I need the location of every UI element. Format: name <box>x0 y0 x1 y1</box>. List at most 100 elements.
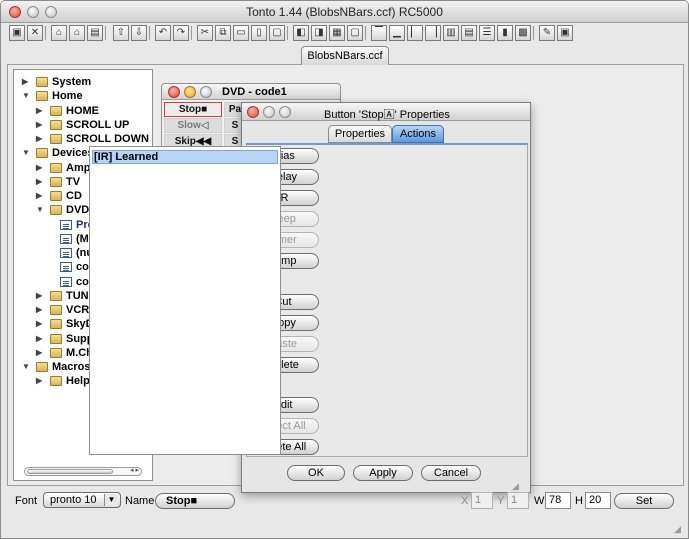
disclosure-collapsed-icon[interactable]: ▶ <box>36 106 46 115</box>
folder-icon <box>50 162 62 173</box>
panel-icon <box>60 262 72 273</box>
scrollbar-thumb[interactable] <box>27 469 113 474</box>
new-icon[interactable]: ▣ <box>9 25 25 41</box>
disclosure-collapsed-icon[interactable]: ▶ <box>22 77 32 86</box>
tree-item-label: Macros <box>52 361 91 373</box>
home-icon[interactable]: ⌂ <box>69 25 85 41</box>
h-label: H <box>575 495 583 507</box>
send-back-icon[interactable]: ◨ <box>311 25 327 41</box>
apply-button[interactable]: Apply <box>353 465 413 481</box>
redo-icon[interactable]: ↷ <box>173 25 189 41</box>
set-button[interactable]: Set <box>614 493 674 509</box>
disclosure-collapsed-icon[interactable]: ▶ <box>36 319 46 328</box>
tree-item-label: VCR <box>66 304 90 316</box>
cut-icon[interactable]: ✂ <box>197 25 213 41</box>
database-icon[interactable]: ▮ <box>497 25 513 41</box>
disclosure-expanded-icon[interactable]: ▼ <box>22 362 32 371</box>
width-field[interactable]: 78 <box>545 492 571 509</box>
panel-icon <box>60 248 72 258</box>
wand-icon[interactable]: ✎ <box>539 25 555 41</box>
import-icon[interactable]: ⇧ <box>113 25 129 41</box>
dialog-zoom-button[interactable] <box>279 106 291 118</box>
tree-item-label: SCROLL UP <box>66 118 130 131</box>
disclosure-expanded-icon[interactable]: ▼ <box>22 148 32 157</box>
align-right-icon[interactable]: ▕ <box>425 25 441 41</box>
disclosure-collapsed-icon[interactable]: ▶ <box>36 163 46 172</box>
tab-actions[interactable]: Actions <box>392 125 444 143</box>
folder-icon <box>50 191 62 201</box>
panel-icon[interactable]: ▩ <box>515 25 531 41</box>
save-icon[interactable]: ▤ <box>87 25 103 41</box>
disclosure-collapsed-icon[interactable]: ▶ <box>36 334 46 343</box>
app-window: Tonto 1.44 (BlobsNBars.ccf) RC5000 ▣ ✕ ⌂ ⌂ ▤… <box>0 0 689 539</box>
align-middle-icon[interactable]: ▤ <box>461 25 477 41</box>
cancel-button[interactable]: Cancel <box>421 465 481 481</box>
window-resize-grip-icon[interactable]: ◢ <box>674 524 686 536</box>
properties-icon <box>60 219 72 230</box>
disclosure-collapsed-icon[interactable]: ▶ <box>36 305 46 314</box>
paste-icon[interactable]: ▭ <box>233 25 249 41</box>
tree-item-label: Amp <box>66 161 91 174</box>
tree-horizontal-scrollbar[interactable]: ◂ ▸ <box>24 467 142 476</box>
panel-minimize-button[interactable] <box>184 86 196 98</box>
name-field[interactable]: Stop■ <box>155 493 235 509</box>
align-left-icon[interactable]: ▏ <box>407 25 423 41</box>
disclosure-collapsed-icon[interactable]: ▶ <box>36 134 46 143</box>
copy-icon[interactable]: ⧉ <box>215 25 231 41</box>
list-icon[interactable]: ☰ <box>479 25 495 41</box>
ok-button[interactable]: OK <box>287 465 345 481</box>
dialog-title-bar[interactable]: Button 'Stop🄰' Properties <box>242 103 530 121</box>
actions-list[interactable]: [IR] Learned <box>89 146 281 455</box>
action-list-item[interactable]: [IR] Learned <box>92 150 278 164</box>
folder-icon <box>50 333 62 344</box>
remote-button[interactable]: Stop■ <box>164 102 222 117</box>
font-select[interactable]: pronto 10 ▼ <box>43 492 121 508</box>
clear-icon[interactable]: ▢ <box>269 25 285 41</box>
trash-icon[interactable]: ▯ <box>251 25 267 41</box>
delete-icon[interactable]: ✕ <box>27 25 43 41</box>
disclosure-collapsed-icon[interactable]: ▶ <box>36 291 46 300</box>
toolbar-separator <box>149 26 150 40</box>
disclosure-expanded-icon[interactable]: ▼ <box>22 91 32 100</box>
disclosure-collapsed-icon[interactable]: ▶ <box>36 376 46 385</box>
tab-properties[interactable]: Properties <box>328 125 392 143</box>
folder-icon <box>50 105 62 116</box>
export-icon[interactable]: ⇩ <box>131 25 147 41</box>
x-field[interactable]: 1 <box>471 492 493 509</box>
disclosure-collapsed-icon[interactable]: ▶ <box>36 177 46 186</box>
disclosure-expanded-icon[interactable]: ▼ <box>36 205 46 214</box>
bring-front-icon[interactable]: ◧ <box>293 25 309 41</box>
scroll-arrows-icon[interactable]: ◂ ▸ <box>130 466 139 474</box>
document-tab[interactable]: BlobsNBars.ccf <box>301 46 389 65</box>
align-bottom-icon[interactable]: ▁ <box>389 25 405 41</box>
disclosure-collapsed-icon[interactable]: ▶ <box>36 120 46 129</box>
panel-zoom-button[interactable] <box>200 86 212 98</box>
panel-icon <box>60 233 72 244</box>
toolbar-separator <box>191 26 192 40</box>
dialog-close-button[interactable] <box>247 106 259 118</box>
open-icon[interactable]: ⌂ <box>51 25 67 41</box>
align-center-icon[interactable]: ▥ <box>443 25 459 41</box>
font-label: Font <box>15 495 38 507</box>
y-field[interactable]: 1 <box>507 492 529 509</box>
tree-item-label: SCROLL DOWN <box>66 133 149 145</box>
panel-close-button[interactable] <box>168 86 180 98</box>
disclosure-collapsed-icon[interactable]: ▶ <box>36 191 46 200</box>
folder-icon <box>50 305 62 315</box>
w-label: W <box>534 495 545 507</box>
chevron-down-icon: ▼ <box>104 494 118 506</box>
remote-button[interactable]: Slow◁ <box>164 118 222 133</box>
toolbar-separator <box>287 26 288 40</box>
align-top-icon[interactable]: ▔ <box>371 25 387 41</box>
tree-item-label: HOME <box>66 104 99 117</box>
title-bar[interactable]: Tonto 1.44 (BlobsNBars.ccf) RC5000 <box>1 1 688 23</box>
undo-icon[interactable]: ↶ <box>155 25 171 41</box>
panel-title-bar[interactable]: DVD - code1 <box>162 84 340 100</box>
toolbar-separator <box>45 26 46 40</box>
capture-icon[interactable]: ▣ <box>557 25 573 41</box>
grid-icon[interactable]: ▦ <box>329 25 345 41</box>
dialog-minimize-button[interactable] <box>263 106 275 118</box>
frame-icon[interactable]: ▢ <box>347 25 363 41</box>
height-field[interactable]: 20 <box>585 492 611 509</box>
disclosure-collapsed-icon[interactable]: ▶ <box>36 348 46 357</box>
